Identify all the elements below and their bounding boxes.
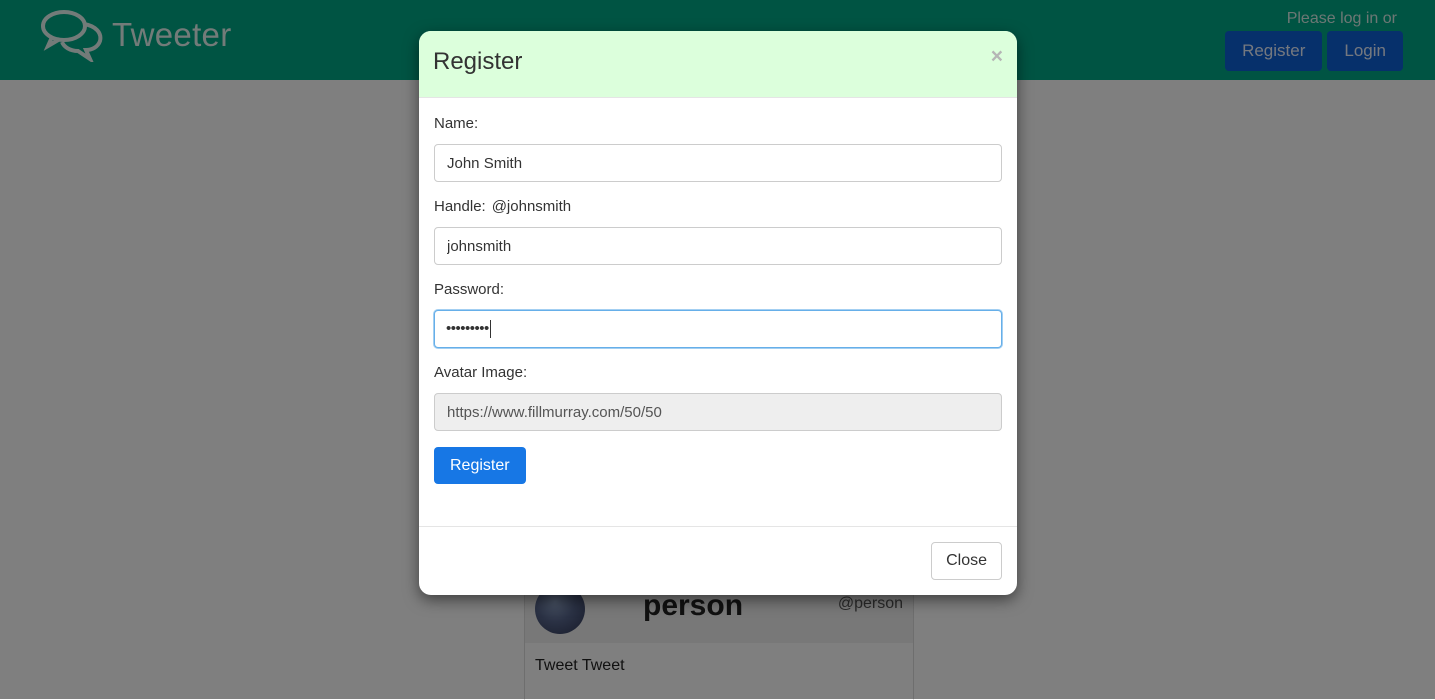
password-field: ••••••••• [434, 310, 1002, 348]
modal-body: Name: Handle: @johnsmith Password: ••••••… [419, 98, 1017, 524]
modal-footer: Close [419, 526, 1017, 595]
register-modal: Register × Name: Handle: @johnsmith Passw… [419, 31, 1017, 595]
name-input[interactable] [434, 144, 1002, 182]
name-label: Name: [434, 115, 479, 132]
modal-title: Register [433, 48, 523, 75]
close-button[interactable]: Close [931, 542, 1002, 580]
handle-preview: @johnsmith [491, 198, 572, 215]
modal-header: Register × [419, 31, 1017, 98]
register-submit-button[interactable]: Register [434, 447, 526, 484]
password-input[interactable] [434, 310, 1002, 348]
close-icon[interactable]: × [991, 45, 1003, 69]
avatar-input[interactable] [434, 393, 1002, 431]
password-label: Password: [434, 281, 505, 298]
avatar-label: Avatar Image: [434, 364, 528, 381]
handle-label-text: Handle: [434, 198, 486, 215]
handle-input[interactable] [434, 227, 1002, 265]
handle-label: Handle: @johnsmith [434, 198, 1002, 216]
